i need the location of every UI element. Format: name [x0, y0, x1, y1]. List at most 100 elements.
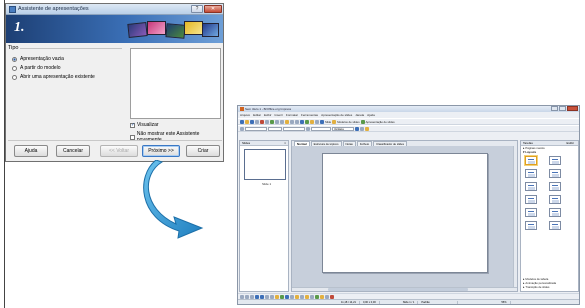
area-style-select[interactable] [311, 126, 331, 131]
back-button[interactable]: << Voltar [100, 145, 138, 157]
slide-thumbnail[interactable] [244, 149, 286, 180]
menu-item[interactable]: Janela [355, 113, 364, 117]
pdf-icon[interactable] [260, 119, 264, 124]
spellcheck-icon[interactable] [270, 119, 274, 124]
vertical-scrollbar[interactable] [513, 146, 517, 288]
menu-item[interactable]: Formatar [286, 113, 298, 117]
menu-item[interactable]: Apresentação de slides [321, 113, 352, 117]
horizontal-scrollbar[interactable] [292, 287, 517, 291]
radio-open-existing[interactable]: Abrir uma apresentação existente [12, 74, 95, 80]
create-button[interactable]: Criar [186, 145, 220, 157]
layout-thumbnail[interactable] [525, 169, 537, 178]
line-style-select[interactable] [245, 126, 267, 131]
area-icon[interactable] [306, 126, 310, 131]
gallery-icon[interactable] [325, 294, 329, 299]
stars-icon[interactable] [305, 294, 309, 299]
layouts-section[interactable]: ▾Layouts [521, 150, 578, 154]
menu-item[interactable]: Ferramentas [301, 113, 318, 117]
menu-item[interactable]: Inserir [275, 113, 283, 117]
layout-thumbnail[interactable] [549, 169, 561, 178]
menu-item[interactable]: Arquivo [240, 113, 250, 117]
layout-thumbnail[interactable] [549, 195, 561, 204]
flowchart-icon[interactable] [295, 294, 299, 299]
layout-thumbnail[interactable] [525, 156, 537, 165]
help-icon[interactable] [315, 119, 319, 124]
radio-from-template[interactable]: A partir do modelo [12, 65, 61, 71]
layout-thumbnail[interactable] [549, 156, 561, 165]
toolbar-slideshow-label[interactable]: Apresentação de slides [366, 120, 395, 124]
slideshow-icon[interactable] [360, 119, 365, 124]
basic-shapes-icon[interactable] [280, 294, 284, 299]
next-button[interactable]: Próximo >> [142, 145, 180, 157]
tab-normal[interactable]: Normal [294, 141, 310, 146]
from-file-icon[interactable] [320, 294, 324, 299]
position-icon[interactable] [365, 126, 369, 131]
tab-notes[interactable]: Notas [342, 141, 356, 146]
layout-thumbnail[interactable] [525, 182, 537, 191]
format-icon[interactable] [360, 126, 364, 131]
close-icon[interactable]: ✕ [204, 5, 222, 13]
layout-thumbnail[interactable] [549, 208, 561, 217]
slide-design-icon[interactable] [332, 119, 337, 124]
image-icon[interactable] [310, 119, 314, 124]
radio-empty-presentation[interactable]: Apresentação vazia [12, 56, 64, 62]
paste-icon[interactable] [285, 119, 289, 124]
save-icon[interactable] [250, 119, 254, 124]
print-icon[interactable] [265, 119, 269, 124]
new-icon[interactable] [240, 119, 244, 124]
maximize-icon[interactable] [559, 106, 566, 111]
line-style-icon[interactable] [240, 126, 244, 131]
tab-slide-sorter[interactable]: Classificador de slides [373, 141, 407, 146]
toolbar-slide-design-label[interactable]: Modelos de slides [337, 120, 359, 124]
status-zoom[interactable]: 55% [498, 301, 511, 304]
arrow-line-icon[interactable] [250, 294, 254, 299]
minimize-icon[interactable] [551, 106, 558, 111]
help-question-icon[interactable]: ? [191, 5, 203, 13]
rectangle-icon[interactable] [255, 294, 259, 299]
fontwork-icon[interactable] [315, 294, 319, 299]
select-icon[interactable] [240, 294, 244, 299]
curve-icon[interactable] [270, 294, 274, 299]
symbol-shapes-icon[interactable] [285, 294, 289, 299]
menu-item[interactable]: Ajuda [367, 113, 375, 117]
line-icon[interactable] [245, 294, 249, 299]
checkbox-dont-show-again[interactable]: Não mostrar este Assistente novamente [130, 131, 223, 143]
copy-icon[interactable] [280, 119, 284, 124]
tasks-view-menu[interactable]: Exibir [566, 141, 574, 145]
layout-thumbnail[interactable] [525, 208, 537, 217]
layout-thumbnail[interactable] [525, 221, 537, 230]
open-icon[interactable] [245, 119, 249, 124]
table-icon[interactable] [300, 119, 304, 124]
email-icon[interactable] [255, 119, 259, 124]
font-name-select[interactable]: Verdana [332, 126, 354, 131]
slide-icon[interactable] [320, 119, 324, 124]
close-icon[interactable] [567, 106, 578, 111]
line-color-select[interactable] [283, 126, 305, 131]
slide-transition-section[interactable]: ▸Transição de slides [521, 285, 578, 289]
points-icon[interactable] [310, 294, 314, 299]
menu-item[interactable]: Editar [253, 113, 261, 117]
cut-icon[interactable] [275, 119, 279, 124]
layout-thumbnail[interactable] [549, 182, 561, 191]
layout-thumbnail[interactable] [549, 221, 561, 230]
text-icon[interactable] [265, 294, 269, 299]
tab-handout[interactable]: Folheto [356, 141, 373, 146]
callouts-icon[interactable] [300, 294, 304, 299]
extrusion-icon[interactable] [330, 294, 334, 299]
chart-icon[interactable] [305, 119, 309, 124]
slide-canvas[interactable] [322, 153, 488, 273]
cancel-button[interactable]: Cancelar [56, 145, 90, 157]
connector-icon[interactable] [275, 294, 279, 299]
undo-icon[interactable] [290, 119, 294, 124]
scroll-thumb[interactable] [328, 288, 468, 291]
menu-item[interactable]: Exibir [264, 113, 272, 117]
checkbox-preview[interactable]: ✓ Visualizar [130, 122, 159, 128]
shadow-icon[interactable] [355, 126, 359, 131]
block-arrows-icon[interactable] [290, 294, 294, 299]
close-pane-icon[interactable]: × [284, 141, 286, 145]
ellipse-icon[interactable] [260, 294, 264, 299]
layout-thumbnail[interactable] [525, 195, 537, 204]
toolbar-slide-label[interactable]: Slide [325, 120, 331, 124]
redo-icon[interactable] [295, 119, 299, 124]
line-width-select[interactable] [268, 126, 282, 131]
